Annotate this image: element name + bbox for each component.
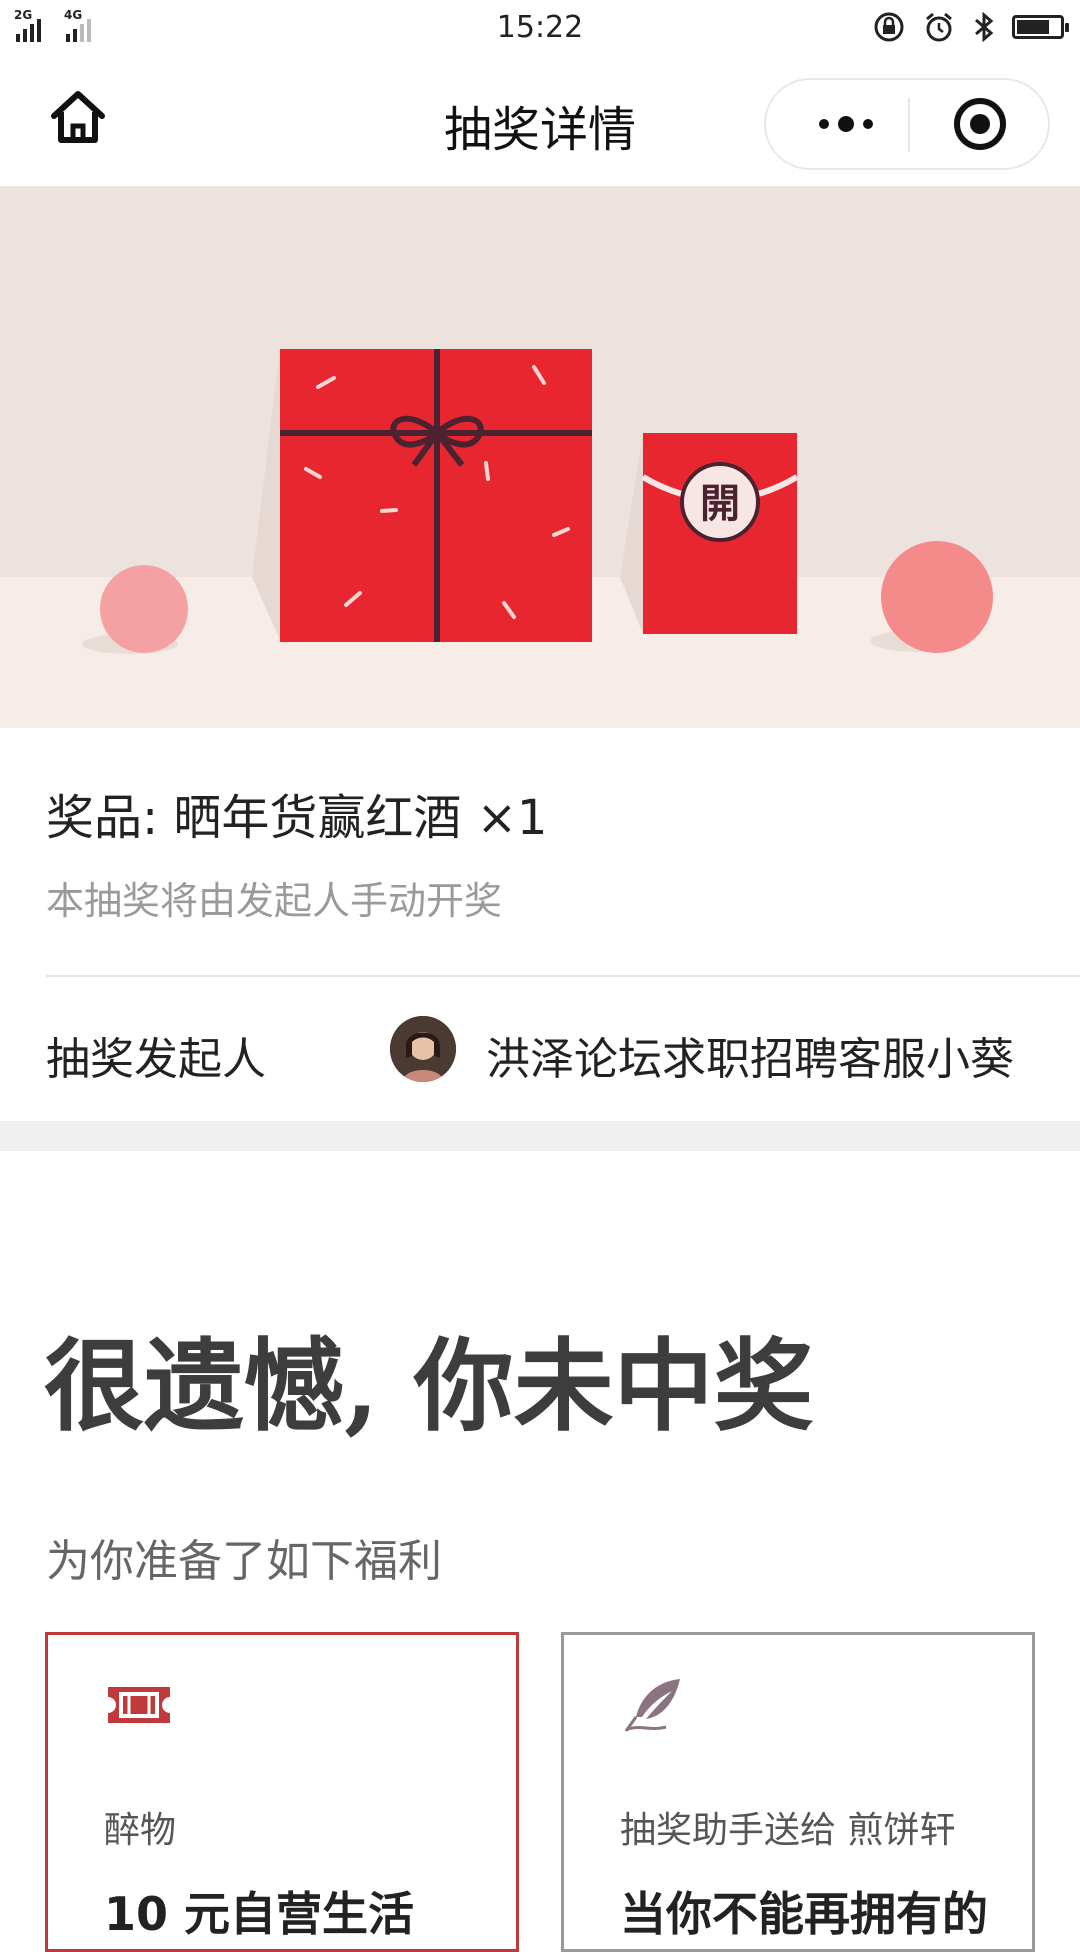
- section-separator: [0, 1121, 1080, 1151]
- draw-note: 本抽奖将由发起人手动开奖: [46, 879, 503, 923]
- status-bar: 2G 4G 15:22: [0, 0, 1080, 56]
- card-title: 10 元自营生活: [104, 1887, 415, 1941]
- avatar-image: [390, 1016, 456, 1082]
- welfare-card[interactable]: 醉物 10 元自营生活: [45, 1632, 519, 1952]
- target-close-icon[interactable]: [954, 98, 1006, 150]
- alarm-icon: [926, 12, 952, 42]
- prize-banner: 開: [0, 187, 1080, 728]
- card-subtitle: 醉物: [104, 1810, 177, 1851]
- feather-icon: [624, 1679, 680, 1732]
- initiator-label: 抽奖发起人: [46, 1034, 266, 1085]
- ticket-icon: [108, 1687, 170, 1723]
- divider: [46, 975, 1080, 977]
- card-title: 当你不能再拥有的: [620, 1887, 988, 1941]
- initiator-name[interactable]: 洪泽论坛求职招聘客服小葵: [486, 1023, 1014, 1087]
- pink-ball: [100, 565, 188, 653]
- result-title: 很遗憾, 你未中奖: [44, 1327, 814, 1445]
- card-subtitle: 抽奖助手送给 煎饼轩: [620, 1810, 956, 1851]
- prize-illustration: 開: [0, 187, 1080, 728]
- prize-title: 奖品: 晒年货赢红酒 ×1: [46, 790, 548, 846]
- avatar[interactable]: [390, 1016, 456, 1082]
- more-dots-icon[interactable]: [806, 80, 886, 168]
- welfare-label: 为你准备了如下福利: [46, 1536, 442, 1587]
- nav-bar: 抽奖详情: [0, 56, 1080, 187]
- welfare-card[interactable]: 抽奖助手送给 煎饼轩 当你不能再拥有的: [561, 1632, 1035, 1952]
- seal-character: 開: [700, 481, 740, 527]
- bluetooth-icon: [975, 11, 994, 43]
- capsule-divider: [908, 98, 910, 152]
- pink-ball: [881, 541, 993, 653]
- rotation-lock-icon: [874, 12, 904, 42]
- status-icons: [872, 10, 1069, 44]
- capsule-menu: [764, 78, 1050, 170]
- battery-icon: [1012, 15, 1069, 39]
